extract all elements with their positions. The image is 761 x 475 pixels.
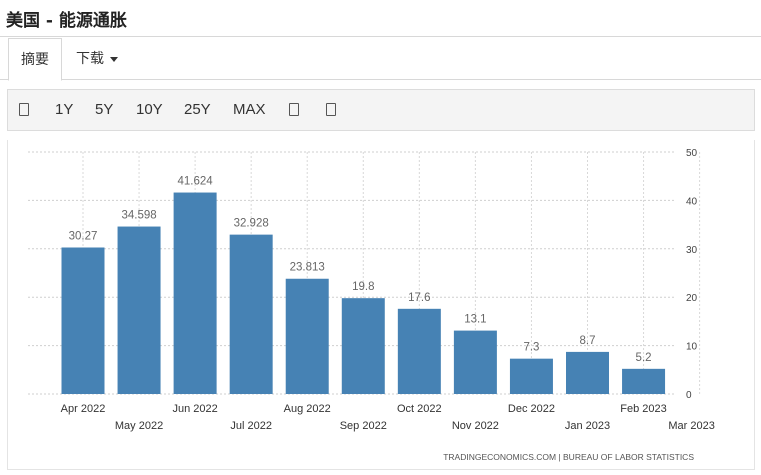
bar xyxy=(341,298,385,394)
y-tick-label: 10 xyxy=(686,342,698,353)
bar xyxy=(61,247,105,394)
bar xyxy=(565,351,609,394)
bar xyxy=(453,330,497,394)
bar-value-label: 19.8 xyxy=(352,281,374,293)
bar-value-label: 8.7 xyxy=(579,335,595,347)
x-tick-label: Jan 2023 xyxy=(565,420,610,432)
tab-bar: 摘要 下载 xyxy=(0,38,761,81)
title-bar: 美国 - 能源通胀 xyxy=(0,0,761,37)
tab-summary[interactable]: 摘要 xyxy=(8,38,62,81)
range-5y-button[interactable]: 5Y xyxy=(95,90,113,130)
range-1y-button[interactable]: 1Y xyxy=(55,90,73,130)
bar xyxy=(509,358,553,394)
bar-value-label: 5.2 xyxy=(636,352,652,364)
x-tick-label: Jun 2022 xyxy=(172,403,217,415)
source-label: TRADINGECONOMICS.COM | BUREAU OF LABOR S… xyxy=(443,452,694,462)
x-tick-label: Aug 2022 xyxy=(284,403,331,415)
y-tick-label: 40 xyxy=(686,196,698,207)
bar-value-label: 7.3 xyxy=(523,342,539,354)
range-10y-button[interactable]: 10Y xyxy=(136,90,163,130)
bar xyxy=(173,192,217,394)
x-tick-label: May 2022 xyxy=(115,420,163,432)
bar-value-label: 34.598 xyxy=(121,210,156,222)
bar-value-label: 41.624 xyxy=(178,176,214,188)
x-tick-label: Apr 2022 xyxy=(61,403,106,415)
bar-chart: 0 10 20 30 40 50 30.27 34.598 41.624 32.928 23.813… xyxy=(28,148,715,462)
x-tick-label: Mar 2023 xyxy=(668,420,714,432)
bar-chart-icon[interactable] xyxy=(289,103,299,116)
bar-value-label: 17.6 xyxy=(408,292,430,304)
tab-download[interactable]: 下载 xyxy=(64,38,130,80)
chart-toolbar: 1Y 5Y 10Y 25Y MAX xyxy=(7,89,755,131)
x-tick-label: Feb 2023 xyxy=(620,403,666,415)
y-tick-label: 0 xyxy=(686,390,692,401)
bar-value-label: 23.813 xyxy=(290,262,325,274)
calendar-icon[interactable] xyxy=(19,103,29,116)
y-tick-label: 30 xyxy=(686,245,698,256)
tab-download-label: 下载 xyxy=(76,51,104,67)
x-tick-label: Jul 2022 xyxy=(230,420,272,432)
bar-value-label: 30.27 xyxy=(69,230,98,242)
bar xyxy=(397,308,441,394)
x-tick-label: Nov 2022 xyxy=(452,420,499,432)
bar-value-label: 32.928 xyxy=(234,218,269,230)
bar xyxy=(622,368,666,394)
bar xyxy=(285,278,329,394)
bar xyxy=(117,226,161,394)
y-tick-label: 50 xyxy=(686,148,698,159)
caret-down-icon xyxy=(110,56,118,62)
page-title: 美国 - 能源通胀 xyxy=(6,11,127,31)
x-tick-label: Sep 2022 xyxy=(340,420,387,432)
y-tick-label: 20 xyxy=(686,293,698,304)
range-max-button[interactable]: MAX xyxy=(233,90,266,130)
x-tick-label: Oct 2022 xyxy=(397,403,442,415)
range-25y-button[interactable]: 25Y xyxy=(184,90,211,130)
x-tick-label: Dec 2022 xyxy=(508,403,555,415)
bar-value-label: 13.1 xyxy=(464,314,486,326)
bar xyxy=(229,234,273,394)
chart-container: 0 10 20 30 40 50 30.27 34.598 41.624 32.928 23.813… xyxy=(7,140,755,470)
line-chart-icon[interactable] xyxy=(326,103,336,116)
